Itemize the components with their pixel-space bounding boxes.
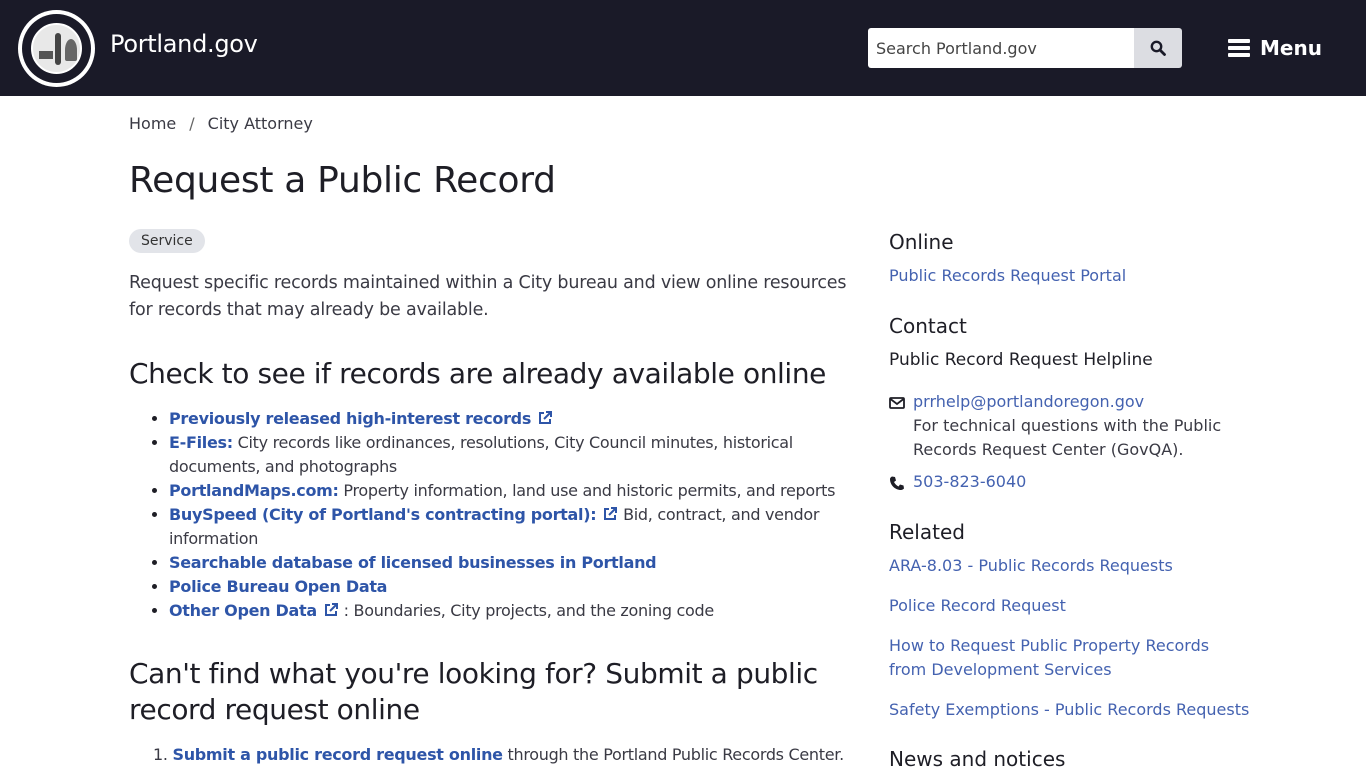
list-item: Searchable database of licensed business… (169, 551, 849, 575)
seal-center (31, 23, 82, 74)
list-item: BuySpeed (City of Portland's contracting… (169, 503, 849, 551)
breadcrumb-separator: / (189, 114, 195, 133)
search-form (868, 28, 1182, 68)
page-intro: Request specific records maintained with… (129, 273, 847, 320)
seal-figure-icon (55, 33, 61, 65)
online-resources-list: Previously released high-interest record… (169, 407, 849, 623)
contact-email-note: For technical questions with the Public … (913, 416, 1222, 459)
list-item: Police Bureau Open Data (169, 575, 849, 599)
list-item: Other Open Data : Boundaries, City proje… (169, 599, 849, 623)
list-item: Previously released high-interest record… (169, 407, 849, 431)
content-type-badge: Service (129, 229, 205, 253)
section-heading-submit: Can't find what you're looking for? Subm… (129, 657, 818, 726)
search-button[interactable] (1134, 28, 1182, 68)
related-link[interactable]: ARA-8.03 - Public Records Requests (889, 554, 1173, 578)
breadcrumb: Home / City Attorney (129, 114, 313, 133)
search-input[interactable] (868, 28, 1134, 68)
list-item: PortlandMaps.com: Property information, … (169, 479, 849, 503)
site-brand-link[interactable]: Portland.gov (110, 30, 258, 58)
external-link-icon (604, 507, 618, 520)
sidebar-heading-online: Online (889, 230, 954, 254)
envelope-icon (889, 397, 905, 409)
link-buyspeed[interactable]: BuySpeed (City of Portland's contracting… (169, 505, 597, 524)
breadcrumb-city-attorney[interactable]: City Attorney (208, 114, 313, 133)
related-link[interactable]: Police Record Request (889, 594, 1066, 618)
page-title: Request a Public Record (129, 160, 556, 201)
seal-tree-icon (65, 39, 77, 61)
phone-icon (890, 476, 904, 490)
contact-phone-link[interactable]: 503-823-6040 (913, 470, 1026, 494)
list-item: E-Files: City records like ordinances, r… (169, 431, 849, 479)
link-portlandmaps[interactable]: PortlandMaps.com: (169, 481, 339, 500)
seal-ship-icon (39, 51, 53, 59)
link-records-portal[interactable]: Public Records Request Portal (889, 264, 1126, 288)
sidebar-heading-related: Related (889, 520, 965, 544)
external-link-icon (324, 603, 338, 616)
list-item: 1. Submit a public record request online… (153, 745, 844, 764)
submit-steps-list: 1. Submit a public record request online… (153, 743, 849, 767)
site-header: Portland.gov Menu (0, 0, 1366, 96)
link-high-interest-records[interactable]: Previously released high-interest record… (169, 409, 531, 428)
contact-name: Public Record Request Helpline (889, 350, 1153, 370)
link-police-open-data[interactable]: Police Bureau Open Data (169, 577, 387, 596)
city-seal-logo[interactable] (18, 10, 95, 87)
link-submit-request[interactable]: Submit a public record request online (172, 745, 503, 764)
link-licensed-businesses[interactable]: Searchable database of licensed business… (169, 553, 657, 572)
sidebar-heading-news: News and notices (889, 747, 1066, 771)
seal-ring (22, 14, 91, 83)
breadcrumb-home[interactable]: Home (129, 114, 176, 133)
hamburger-icon (1228, 39, 1250, 57)
menu-label: Menu (1260, 36, 1322, 60)
link-e-files[interactable]: E-Files: (169, 433, 233, 452)
section-heading-online: Check to see if records are already avai… (129, 357, 826, 390)
external-link-icon (539, 411, 553, 424)
related-link[interactable]: Safety Exemptions - Public Records Reque… (889, 698, 1249, 722)
step-number: 1. (153, 745, 168, 764)
sidebar-heading-contact: Contact (889, 314, 967, 338)
contact-email-link[interactable]: prrhelp@portlandoregon.gov (913, 390, 1144, 414)
menu-button[interactable]: Menu (1228, 34, 1322, 62)
search-icon (1150, 40, 1166, 56)
link-other-open-data[interactable]: Other Open Data (169, 601, 317, 620)
related-link[interactable]: How to Request Public Property Records f… (889, 634, 1249, 682)
